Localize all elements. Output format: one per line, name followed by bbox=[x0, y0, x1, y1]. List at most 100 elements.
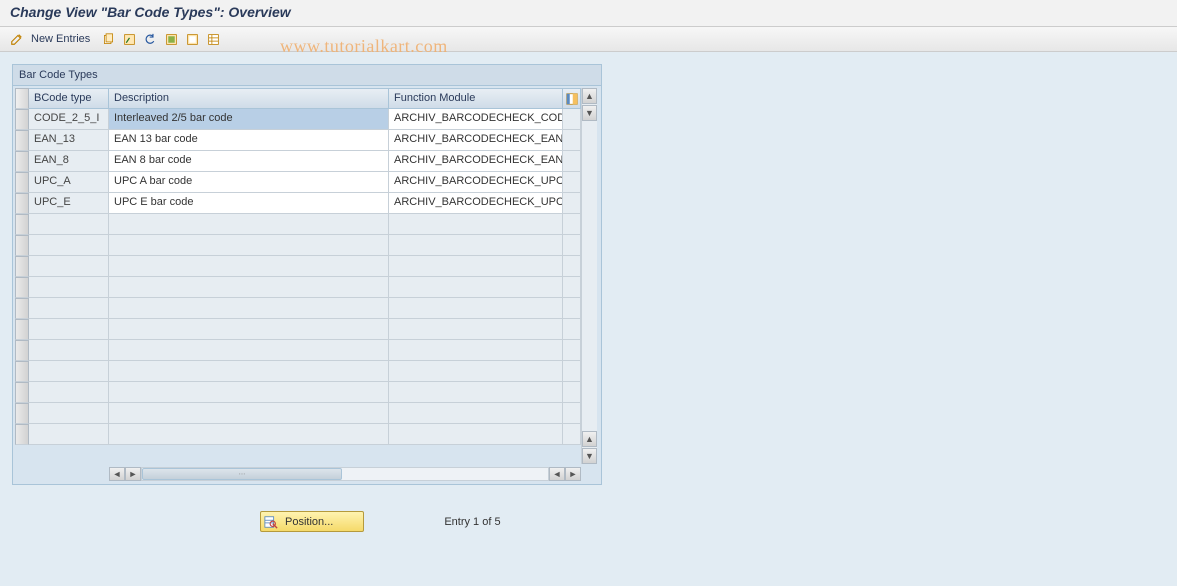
cell-bcode-type[interactable]: EAN_13 bbox=[29, 130, 109, 151]
barcode-types-panel: Bar Code Types BCode type Description Fu… bbox=[12, 64, 602, 485]
table-row bbox=[29, 298, 581, 319]
table-row[interactable]: UPC_AUPC A bar codeARCHIV_BARCODECHECK_U… bbox=[29, 172, 581, 193]
cell-function-module[interactable]: ARCHIV_BARCODECHECK_CODE_2_ bbox=[389, 109, 563, 130]
row-selector bbox=[15, 382, 29, 403]
table-row bbox=[29, 361, 581, 382]
cell-function-module[interactable]: ARCHIV_BARCODECHECK_EAN_8 bbox=[389, 151, 563, 172]
cell-bcode-type bbox=[29, 382, 109, 403]
deselect-all-icon[interactable] bbox=[183, 30, 201, 48]
cell-bcode-type bbox=[29, 277, 109, 298]
row-gutter bbox=[563, 277, 581, 298]
cell-description bbox=[109, 214, 389, 235]
data-grid: BCode type Description Function Module C… bbox=[13, 86, 601, 466]
row-selector bbox=[15, 277, 29, 298]
vertical-scrollbar[interactable]: ▲ ▼ ▲ ▼ bbox=[581, 88, 597, 464]
cell-description[interactable]: UPC E bar code bbox=[109, 193, 389, 214]
row-selector-column bbox=[15, 88, 29, 464]
cell-function-module[interactable]: ARCHIV_BARCODECHECK_EAN_13 bbox=[389, 130, 563, 151]
row-gutter bbox=[563, 319, 581, 340]
row-gutter bbox=[563, 235, 581, 256]
cell-description[interactable]: EAN 8 bar code bbox=[109, 151, 389, 172]
row-gutter bbox=[563, 298, 581, 319]
cell-bcode-type[interactable]: UPC_A bbox=[29, 172, 109, 193]
cell-bcode-type bbox=[29, 424, 109, 445]
scroll-up-icon[interactable]: ▲ bbox=[582, 88, 597, 104]
row-gutter bbox=[563, 214, 581, 235]
footer-bar: Position... Entry 1 of 5 bbox=[12, 511, 1165, 532]
scroll-up-icon[interactable]: ▲ bbox=[582, 431, 597, 447]
table-settings-icon[interactable] bbox=[204, 30, 222, 48]
cell-bcode-type[interactable]: EAN_8 bbox=[29, 151, 109, 172]
row-gutter bbox=[563, 403, 581, 424]
row-selector[interactable] bbox=[15, 130, 29, 151]
undo-icon[interactable] bbox=[141, 30, 159, 48]
new-entries-button[interactable]: New Entries bbox=[29, 33, 96, 45]
scroll-right-icon[interactable]: ► bbox=[565, 467, 581, 481]
hscroll-thumb[interactable]: ∙∙∙ bbox=[142, 468, 342, 480]
cell-bcode-type bbox=[29, 340, 109, 361]
cell-bcode-type bbox=[29, 319, 109, 340]
cell-function-module bbox=[389, 256, 563, 277]
table-row[interactable]: CODE_2_5_IInterleaved 2/5 bar codeARCHIV… bbox=[29, 109, 581, 130]
table-row[interactable]: EAN_8EAN 8 bar codeARCHIV_BARCODECHECK_E… bbox=[29, 151, 581, 172]
table-row[interactable]: UPC_EUPC E bar codeARCHIV_BARCODECHECK_U… bbox=[29, 193, 581, 214]
cell-function-module bbox=[389, 277, 563, 298]
cell-bcode-type[interactable]: UPC_E bbox=[29, 193, 109, 214]
content-area: Bar Code Types BCode type Description Fu… bbox=[0, 52, 1177, 586]
scroll-right-icon[interactable]: ► bbox=[125, 467, 141, 481]
table-row bbox=[29, 214, 581, 235]
select-all-icon[interactable] bbox=[162, 30, 180, 48]
table-row bbox=[29, 277, 581, 298]
row-selector-header[interactable] bbox=[15, 88, 29, 109]
table-row bbox=[29, 382, 581, 403]
scroll-down-icon[interactable]: ▼ bbox=[582, 448, 597, 464]
scroll-down-icon[interactable]: ▼ bbox=[582, 105, 597, 121]
cell-description bbox=[109, 298, 389, 319]
cell-bcode-type[interactable]: CODE_2_5_I bbox=[29, 109, 109, 130]
cell-description[interactable]: UPC A bar code bbox=[109, 172, 389, 193]
row-gutter bbox=[563, 361, 581, 382]
cell-bcode-type bbox=[29, 298, 109, 319]
horizontal-scrollbar[interactable]: ◄ ► ∙∙∙ ◄ ► bbox=[13, 466, 601, 484]
table-row[interactable]: EAN_13EAN 13 bar codeARCHIV_BARCODECHECK… bbox=[29, 130, 581, 151]
position-button[interactable]: Position... bbox=[260, 511, 364, 532]
row-selector bbox=[15, 256, 29, 277]
edit-icon[interactable] bbox=[8, 30, 26, 48]
row-gutter bbox=[563, 424, 581, 445]
row-selector[interactable] bbox=[15, 151, 29, 172]
cell-bcode-type bbox=[29, 403, 109, 424]
configure-columns-button[interactable] bbox=[563, 88, 581, 109]
row-gutter bbox=[563, 340, 581, 361]
row-gutter bbox=[563, 130, 581, 151]
cell-description bbox=[109, 277, 389, 298]
cell-function-module[interactable]: ARCHIV_BARCODECHECK_UPC_E bbox=[389, 193, 563, 214]
table-row bbox=[29, 403, 581, 424]
entry-count-text: Entry 1 of 5 bbox=[444, 516, 500, 528]
scroll-left-icon[interactable]: ◄ bbox=[549, 467, 565, 481]
row-selector[interactable] bbox=[15, 172, 29, 193]
cell-function-module bbox=[389, 361, 563, 382]
row-gutter bbox=[563, 109, 581, 130]
row-selector[interactable] bbox=[15, 193, 29, 214]
delete-icon[interactable] bbox=[120, 30, 138, 48]
row-selector bbox=[15, 424, 29, 445]
cell-description bbox=[109, 319, 389, 340]
cell-description bbox=[109, 424, 389, 445]
page-title: Change View "Bar Code Types": Overview bbox=[0, 0, 1177, 26]
row-gutter bbox=[563, 382, 581, 403]
table-row bbox=[29, 340, 581, 361]
hscroll-track[interactable]: ∙∙∙ bbox=[141, 467, 549, 481]
cell-description[interactable]: Interleaved 2/5 bar code bbox=[109, 109, 389, 130]
row-selector[interactable] bbox=[15, 109, 29, 130]
column-header-function-module[interactable]: Function Module bbox=[389, 88, 563, 109]
cell-description bbox=[109, 403, 389, 424]
copy-icon[interactable] bbox=[99, 30, 117, 48]
cell-function-module bbox=[389, 424, 563, 445]
cell-description[interactable]: EAN 13 bar code bbox=[109, 130, 389, 151]
cell-function-module bbox=[389, 403, 563, 424]
column-header-description[interactable]: Description bbox=[109, 88, 389, 109]
scroll-left-icon[interactable]: ◄ bbox=[109, 467, 125, 481]
column-header-bcode-type[interactable]: BCode type bbox=[29, 88, 109, 109]
cell-function-module[interactable]: ARCHIV_BARCODECHECK_UPC_A bbox=[389, 172, 563, 193]
cell-function-module bbox=[389, 319, 563, 340]
